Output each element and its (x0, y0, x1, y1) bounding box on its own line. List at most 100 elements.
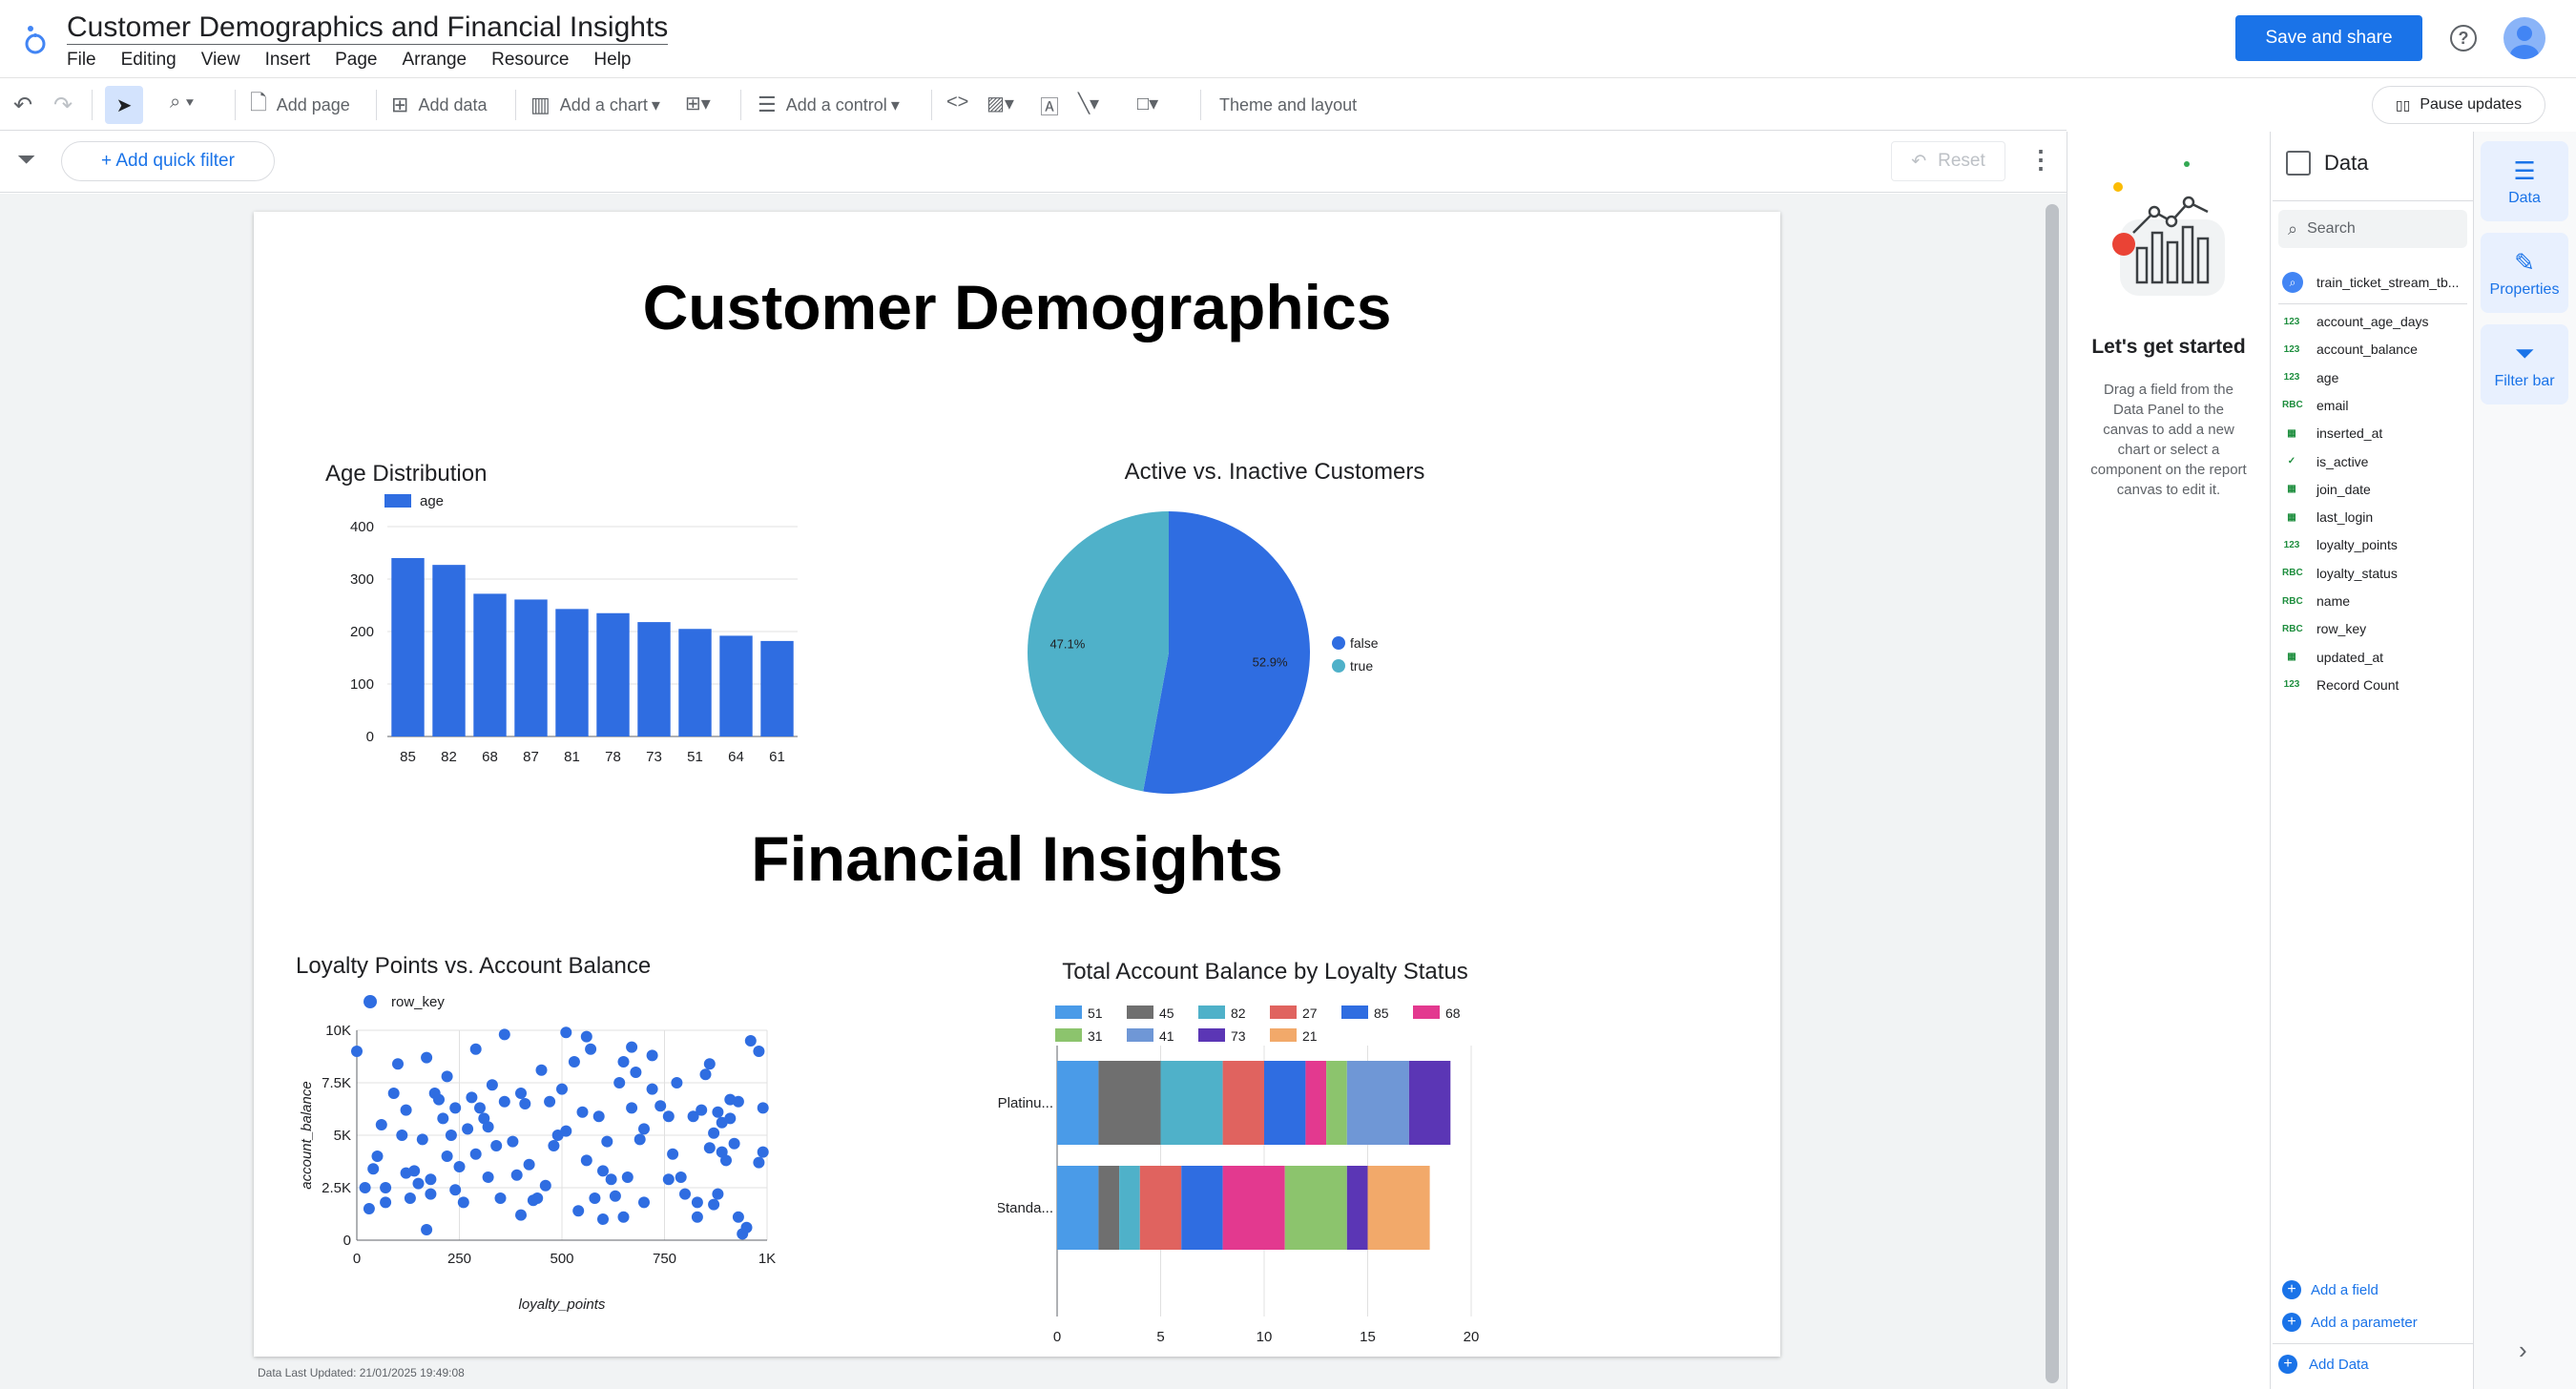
stacked-bar-segment (1408, 1061, 1451, 1145)
add-parameter-button[interactable]: + Add a parameter (2282, 1313, 2418, 1332)
field-item[interactable]: RBC loyalty_status (2282, 561, 2398, 586)
get-started-illustration (2112, 161, 2225, 296)
text-icon[interactable]: 🄰 (1040, 92, 1059, 119)
scatter-point (453, 1161, 466, 1172)
scatter-point (696, 1104, 708, 1116)
add-data-panel-button[interactable]: + Add Data (2278, 1355, 2369, 1374)
field-item[interactable]: RBC row_key (2282, 616, 2366, 641)
y-category-label: Standa... (998, 1200, 1053, 1216)
add-field-button[interactable]: + Add a field (2282, 1280, 2379, 1299)
active-inactive-pie-chart[interactable]: Active vs. Inactive Customers 52.9% false 4… (960, 422, 1551, 803)
embed-code-icon[interactable]: <> (946, 92, 968, 114)
menu-editing[interactable]: Editing (121, 50, 177, 71)
menu-help[interactable]: Help (593, 50, 631, 71)
search-placeholder: Search (2307, 220, 2356, 237)
field-item[interactable]: 123 Record Count (2282, 673, 2399, 697)
scatter-point (466, 1091, 478, 1104)
looker-studio-logo-icon[interactable] (21, 19, 50, 57)
scatter-point (646, 1049, 658, 1062)
legend-label: 82 (1231, 1005, 1246, 1021)
scatter-point (539, 1179, 551, 1192)
scatter-point (437, 1112, 449, 1125)
menu-resource[interactable]: Resource (491, 50, 569, 71)
loyalty-scatter-chart[interactable]: Loyalty Points vs. Account Balance row_ke… (254, 937, 845, 1357)
account-balance-stacked-bar-chart[interactable]: Total Account Balance by Loyalty Status 5… (998, 946, 1761, 1347)
field-item[interactable]: 123 account_balance (2282, 337, 2418, 362)
theme-and-layout-button[interactable]: Theme and layout (1219, 79, 1357, 131)
stacked-bar-segment (1057, 1166, 1099, 1250)
y-tick-label: 5K (334, 1128, 351, 1144)
field-item[interactable]: RBC email (2282, 393, 2348, 418)
add-data-button[interactable]: ⊞ Add data (391, 79, 488, 131)
field-item[interactable]: ✓ is_active (2282, 449, 2369, 474)
scatter-point (634, 1133, 646, 1146)
community-viz-icon[interactable]: ⊞▾ (685, 92, 711, 115)
pencil-icon: ✎ (2514, 247, 2535, 277)
y-tick-label: 0 (366, 729, 374, 745)
field-item[interactable]: 123 account_age_days (2282, 309, 2429, 334)
side-rail (2473, 132, 2576, 1389)
field-item[interactable]: 123 loyalty_points (2282, 532, 2398, 557)
scatter-point (515, 1209, 527, 1221)
add-page-button[interactable]: 🗋 Add page (250, 79, 350, 131)
add-control-button[interactable]: ☰ Add a control ▾ (758, 79, 900, 131)
scatter-point (703, 1142, 716, 1154)
field-item[interactable]: ▦ inserted_at (2282, 421, 2382, 446)
rail-filter-bar-button[interactable]: ⏷ Filter bar (2481, 324, 2568, 404)
number-type-icon: 123 (2283, 316, 2300, 327)
menu-insert[interactable]: Insert (265, 50, 311, 71)
field-item[interactable]: ▦ updated_at (2282, 645, 2383, 670)
select-tool-icon[interactable]: ➤ (105, 86, 143, 124)
undo-icon[interactable]: ↶ (13, 92, 32, 119)
redo-icon[interactable]: ↷ (53, 92, 73, 119)
add-quick-filter-button[interactable]: + Add quick filter (61, 141, 275, 181)
y-category-label: Platinu... (998, 1095, 1053, 1111)
chart-title: Age Distribution (325, 461, 487, 487)
pause-updates-button[interactable]: ▯▯ Pause updates (2372, 86, 2545, 124)
field-name: age (2316, 369, 2339, 385)
field-item[interactable]: ▦ join_date (2282, 477, 2371, 502)
filter-icon[interactable]: ⏷ (17, 147, 35, 174)
heading-financial-insights[interactable]: Financial Insights (254, 822, 1780, 895)
menu-file[interactable]: File (67, 50, 96, 71)
scatter-point (441, 1151, 453, 1162)
field-item[interactable]: 123 age (2282, 365, 2339, 390)
menu-arrange[interactable]: Arrange (402, 50, 467, 71)
menu-page[interactable]: Page (335, 50, 377, 71)
scatter-point (732, 1211, 744, 1223)
zoom-icon[interactable]: ⌕ ▾ (170, 92, 194, 114)
field-item[interactable]: RBC name (2282, 589, 2350, 613)
collapse-panel-icon[interactable]: › (2519, 1336, 2527, 1365)
datasource-item[interactable]: ⌕ train_ticket_stream_tb... (2282, 269, 2469, 296)
legend-swatch (1127, 1028, 1153, 1042)
report-page[interactable]: Customer Demographics Financial Insights… (254, 212, 1780, 1357)
line-icon[interactable]: ╲▾ (1078, 92, 1099, 115)
age-distribution-chart[interactable]: Age Distribution age 0 100 200 300 400 85 82 68 87… (254, 422, 845, 803)
x-axis-label: loyalty_points (519, 1296, 606, 1313)
data-search-field[interactable]: ⌕ Search (2278, 210, 2467, 248)
field-name: account_balance (2316, 342, 2418, 358)
scatter-point (667, 1148, 679, 1160)
image-icon[interactable]: ▨▾ (987, 92, 1014, 115)
account-avatar[interactable] (2503, 17, 2545, 59)
report-title[interactable]: Customer Demographics and Financial Insi… (67, 11, 669, 45)
help-icon[interactable]: ? (2450, 25, 2477, 52)
reset-button[interactable]: ↶ Reset (1891, 141, 2005, 181)
save-and-share-button[interactable]: Save and share (2235, 15, 2422, 61)
y-tick-label: 10K (325, 1023, 351, 1039)
scatter-point (740, 1221, 753, 1234)
rail-data-button[interactable]: ☰ Data (2481, 141, 2568, 221)
scatter-point (703, 1058, 716, 1070)
field-name: Record Count (2316, 676, 2399, 693)
scatter-point (469, 1148, 482, 1160)
canvas-scrollbar[interactable] (2046, 204, 2059, 1383)
more-options-icon[interactable]: ⋮ (2028, 145, 2053, 175)
add-chart-button[interactable]: ▥ Add a chart ▾ (530, 79, 660, 131)
shape-icon[interactable]: □▾ (1137, 92, 1158, 115)
scatter-point (638, 1196, 650, 1209)
menu-view[interactable]: View (201, 50, 240, 71)
rail-properties-button[interactable]: ✎ Properties (2481, 233, 2568, 313)
field-item[interactable]: ▦ last_login (2282, 505, 2373, 529)
x-tick-label: 1K (758, 1251, 776, 1267)
heading-customer-demographics[interactable]: Customer Demographics (254, 271, 1780, 343)
